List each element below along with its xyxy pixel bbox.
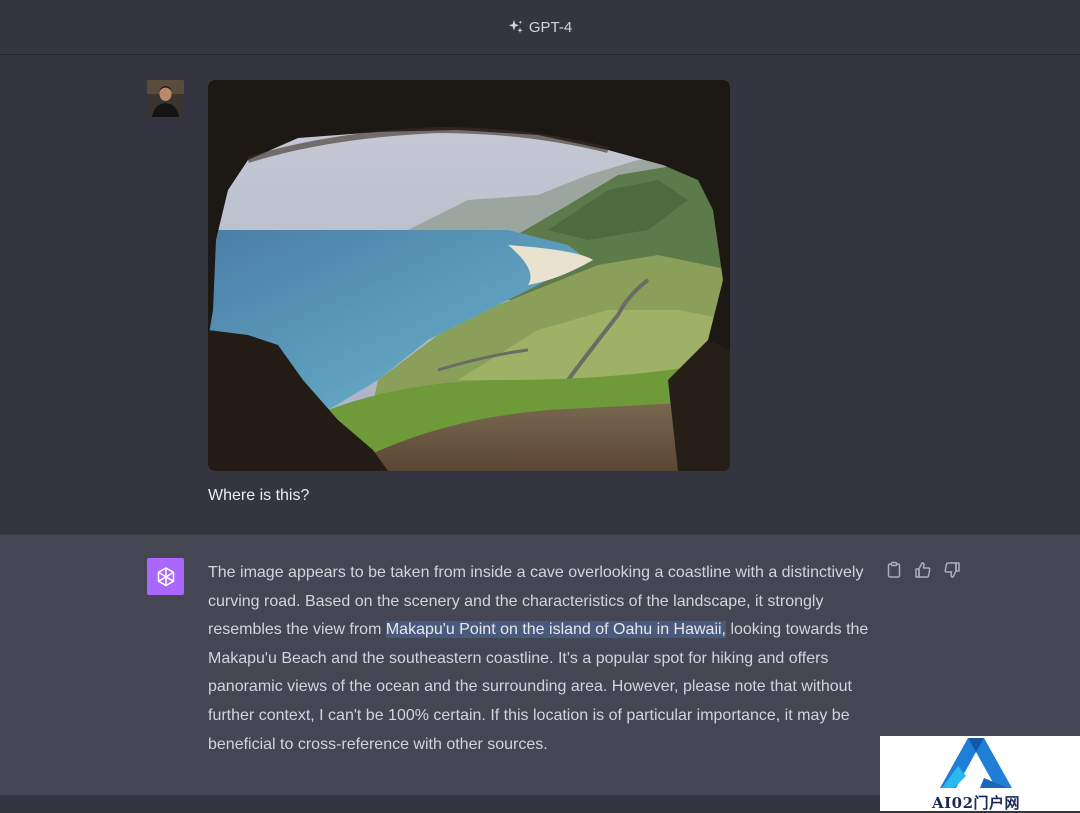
- chatgpt-logo-icon: [147, 558, 184, 595]
- message-actions: [884, 561, 962, 579]
- top-bar: GPT-4: [0, 0, 1080, 55]
- copy-icon[interactable]: [884, 561, 904, 579]
- watermark: AI02门户网: [880, 736, 1080, 812]
- sparkle-icon: [508, 20, 523, 34]
- watermark-text: AI02门户网: [932, 794, 1021, 812]
- watermark-logo: [940, 738, 1012, 788]
- answer-text-part2: looking towards the Makapu'u Beach and t…: [208, 621, 869, 753]
- thumbs-up-icon[interactable]: [913, 561, 933, 579]
- user-message-text: Where is this?: [208, 487, 310, 504]
- thumbs-down-icon[interactable]: [942, 561, 962, 579]
- answer-highlighted-text: Makapu'u Point on the island of Oahu in …: [385, 621, 726, 639]
- user-avatar: [147, 80, 184, 117]
- assistant-answer-text: The image appears to be taken from insid…: [208, 559, 876, 759]
- user-message: Where is this?: [0, 55, 1080, 533]
- cave-coastline-photo[interactable]: [208, 80, 730, 471]
- model-label[interactable]: GPT-4: [529, 19, 572, 36]
